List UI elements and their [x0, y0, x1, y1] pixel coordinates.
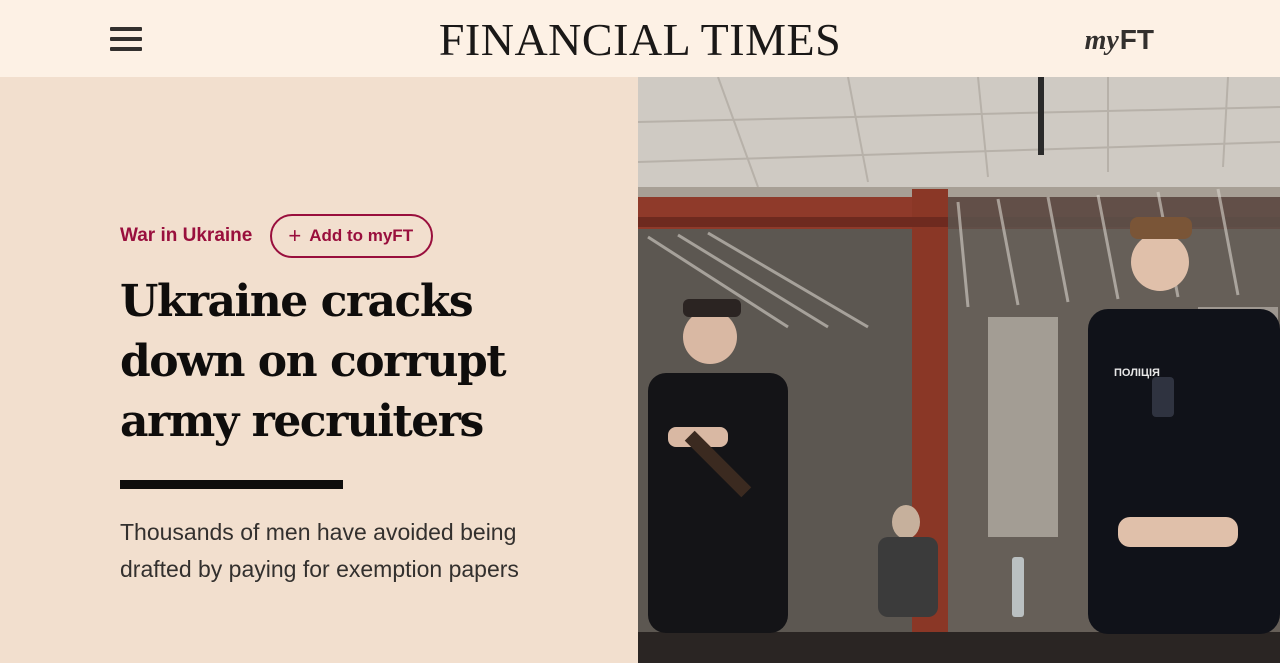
- article-standfirst: Thousands of men have avoided being draf…: [120, 514, 590, 588]
- topic-link[interactable]: War in Ukraine: [120, 225, 252, 247]
- add-to-myft-label: Add to myFT: [309, 226, 414, 245]
- headline-line-3: army recruiters: [120, 396, 484, 447]
- article-headline[interactable]: Ukraine cracks down on corrupt army recr…: [120, 272, 600, 452]
- myft-link[interactable]: myFT: [1085, 24, 1154, 57]
- police-badge-text: ПОЛІЦІЯ: [1114, 367, 1160, 379]
- headline-line-1: Ukraine cracks: [120, 276, 474, 327]
- article-hero-image[interactable]: ПОЛІЦІЯ: [638, 77, 1280, 663]
- headline-line-2: down on corrupt: [120, 336, 507, 387]
- plus-icon: +: [288, 223, 302, 248]
- headline-divider: [120, 480, 343, 489]
- standfirst-line-2: drafted by paying for exemption papers: [120, 556, 519, 582]
- courtroom-photo: ПОЛІЦІЯ: [638, 77, 1280, 663]
- add-to-myft-button[interactable]: + Add to myFT: [270, 214, 434, 258]
- topic-row: War in Ukraine + Add to myFT: [120, 214, 600, 258]
- myft-suffix: FT: [1119, 24, 1154, 55]
- myft-prefix: my: [1084, 25, 1119, 56]
- standfirst-line-1: Thousands of men have avoided being: [120, 519, 517, 545]
- article-hero: War in Ukraine + Add to myFT Ukraine cra…: [120, 214, 600, 588]
- site-header: FINANCIAL TIMES myFT: [0, 0, 1280, 77]
